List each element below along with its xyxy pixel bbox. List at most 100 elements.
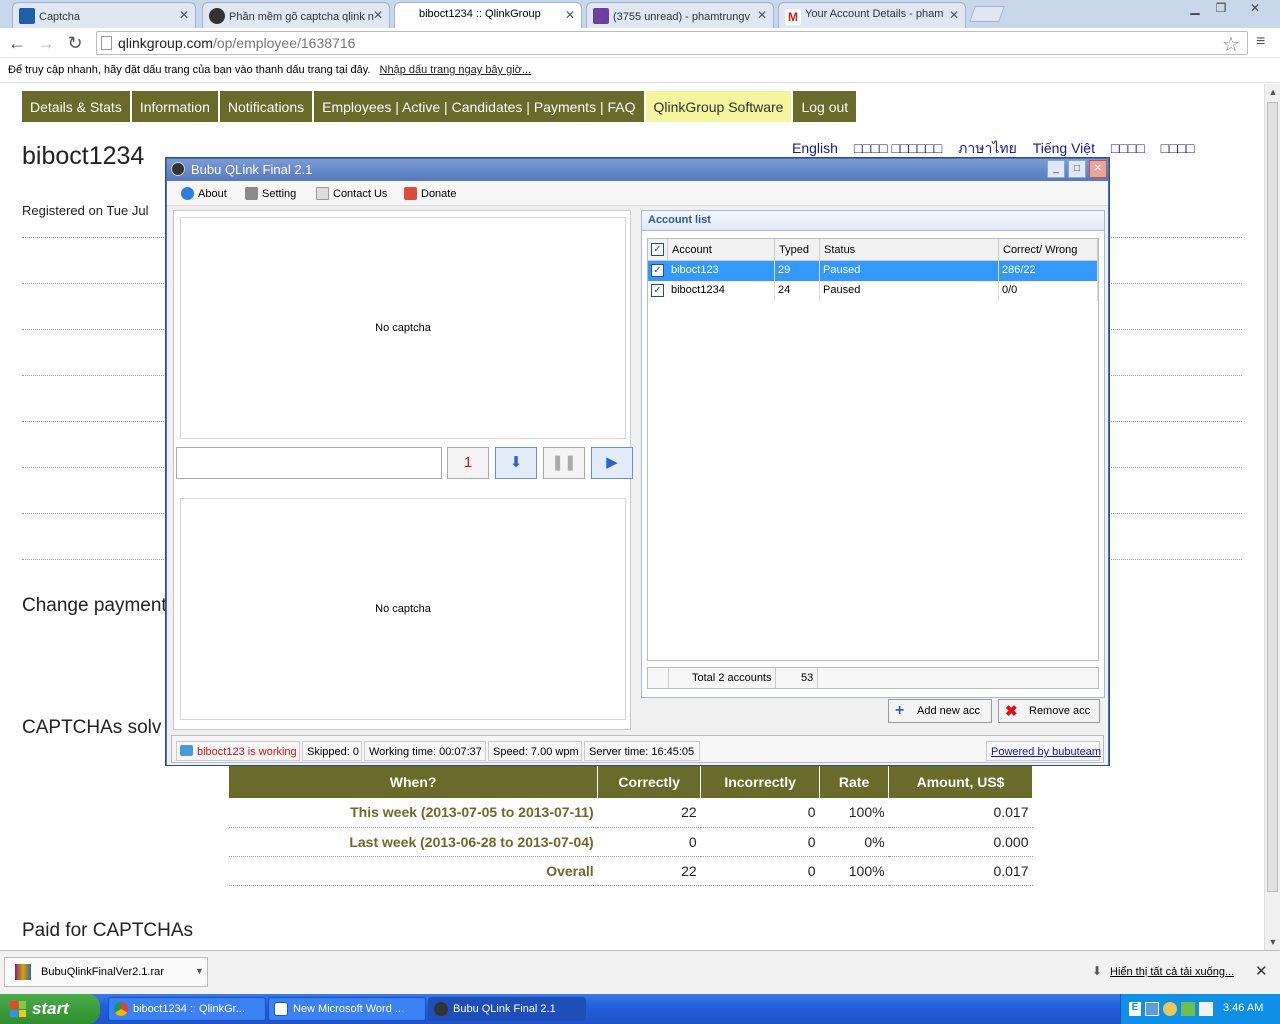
- nav-details-stats[interactable]: Details & Stats: [22, 91, 132, 122]
- cell-amount: 0.017: [888, 798, 1033, 828]
- nav-employees[interactable]: Employees | Active | Candidates | Paymen…: [314, 91, 646, 122]
- table-row[interactable]: ✓ biboct1234 24 Paused 0/0: [648, 281, 1098, 301]
- powered-by-link[interactable]: Powered by bubuteam: [986, 741, 1101, 761]
- reload-icon[interactable]: ↻: [64, 33, 86, 53]
- taskbar-item-chrome[interactable]: biboct1234 :: QlinkGr...: [108, 997, 266, 1021]
- row-checkbox[interactable]: ✓: [651, 284, 664, 297]
- tab-mail[interactable]: (3755 unread) - phamtrungv ✕: [586, 2, 774, 28]
- scroll-down-icon[interactable]: ▼: [1265, 934, 1280, 950]
- star-icon[interactable]: ☆: [1222, 32, 1240, 57]
- bookmark-bar: Để truy cập nhanh, hãy đặt dấu trang của…: [0, 59, 1280, 83]
- tab-qlinkgroup-active[interactable]: biboct1234 :: QlinkGroup ✕: [394, 2, 582, 29]
- new-tab-button[interactable]: [969, 6, 1005, 22]
- url-domain: qlinkgroup.com: [118, 35, 213, 51]
- col-amount: Amount, US$: [888, 765, 1033, 798]
- safely-remove-icon[interactable]: [1199, 1002, 1213, 1016]
- url-text[interactable]: qlinkgroup.com/op/employee/1638716: [118, 35, 355, 51]
- menu-icon[interactable]: ≡: [1256, 33, 1265, 51]
- back-arrow-icon[interactable]: ←: [6, 33, 28, 53]
- account-list-panel: Account list ✓ Account Typed Status Corr…: [641, 210, 1105, 723]
- system-tray: E 3:46 AM: [1120, 994, 1280, 1024]
- lang-thai[interactable]: ภาษาไทย: [958, 140, 1017, 156]
- taskbar-item-bubu[interactable]: Bubu QLink Final 2.1: [428, 997, 586, 1021]
- cell-correct: 22: [597, 856, 701, 886]
- working-time: Working time: 00:07:37: [364, 741, 486, 761]
- download-arrow-icon: ⬇: [1092, 964, 1103, 978]
- wrench-icon: [245, 187, 258, 200]
- col-status[interactable]: Status: [820, 239, 999, 261]
- donate-icon: [404, 187, 417, 200]
- arrow-down-icon[interactable]: ⬇: [495, 447, 537, 479]
- info-icon: [181, 187, 194, 200]
- row-checkbox[interactable]: ✓: [651, 264, 664, 277]
- add-account-button[interactable]: + Add new acc: [888, 699, 992, 723]
- nav-notifications[interactable]: Notifications: [219, 91, 315, 122]
- minimize-icon[interactable]: ▁: [1184, 1, 1206, 17]
- tab-gmail[interactable]: M Your Account Details - pham ✕: [778, 2, 966, 28]
- language-en-icon[interactable]: E: [1129, 1002, 1141, 1016]
- table-row[interactable]: ✓ biboct123 29 Paused 286/22: [648, 261, 1098, 281]
- nav-log-out[interactable]: Log out: [793, 91, 859, 122]
- app-title-bar[interactable]: Bubu QLink Final 2.1: [167, 159, 1108, 181]
- tab-captcha[interactable]: Captcha ✕: [12, 2, 196, 28]
- app-menu-bar: About Setting Contact Us Donate: [167, 181, 1108, 206]
- app-close-icon[interactable]: ✕: [1089, 160, 1107, 178]
- col-typed[interactable]: Typed: [775, 239, 820, 261]
- lang-6[interactable]: □□□□: [1161, 140, 1195, 156]
- scroll-thumb[interactable]: [1267, 102, 1278, 892]
- menu-about[interactable]: About: [181, 187, 227, 200]
- no-captcha-label: No captcha: [375, 603, 431, 615]
- remove-account-button[interactable]: ✖ Remove acc: [998, 699, 1100, 723]
- select-all-checkbox[interactable]: ✓: [651, 243, 664, 256]
- forward-arrow-icon[interactable]: →: [35, 33, 57, 53]
- lang-2[interactable]: □□□□ □□□□□□: [854, 140, 942, 156]
- menu-contact[interactable]: Contact Us: [316, 187, 387, 200]
- cell-status: Paused: [820, 281, 999, 301]
- show-all-downloads-link[interactable]: Hiển thị tất cả tải xuống...: [1110, 966, 1234, 978]
- lang-vietnamese[interactable]: Tiếng Việt: [1033, 140, 1095, 156]
- close-icon[interactable]: ✕: [949, 8, 959, 22]
- network-icon[interactable]: [1145, 1002, 1159, 1016]
- close-downloads-icon[interactable]: ✕: [1255, 962, 1268, 980]
- tab-title: Your Account Details - pham: [805, 8, 944, 20]
- account-table: ✓ Account Typed Status Correct/ Wrong ✓ …: [647, 238, 1099, 661]
- speaker-icon[interactable]: [1163, 1002, 1177, 1016]
- counter-button[interactable]: 1: [447, 447, 489, 479]
- dropdown-arrow-icon[interactable]: ▼: [195, 966, 204, 976]
- tab-phan-mem[interactable]: Phần mềm gõ captcha qlink n ✕: [202, 2, 390, 28]
- envelope-icon: [316, 187, 329, 200]
- menu-donate[interactable]: Donate: [404, 187, 456, 200]
- download-filename: BubuQlinkFinalVer2.1.rar: [41, 966, 164, 978]
- captcha-input[interactable]: [176, 447, 442, 479]
- menu-setting[interactable]: Setting: [245, 187, 296, 200]
- close-icon[interactable]: ✕: [373, 8, 383, 22]
- import-bookmarks-link[interactable]: Nhập dấu trang ngay bây giờ...: [380, 64, 532, 76]
- lang-english[interactable]: English: [792, 140, 838, 156]
- close-icon[interactable]: ✕: [179, 8, 189, 22]
- restore-icon[interactable]: ❐: [1210, 1, 1232, 17]
- col-account[interactable]: Account: [668, 239, 775, 261]
- close-icon[interactable]: ✕: [757, 8, 767, 22]
- col-correct-wrong[interactable]: Correct/ Wrong: [999, 239, 1098, 261]
- clock[interactable]: 3:46 AM: [1223, 1002, 1263, 1014]
- nav-qlinkgroup-software[interactable]: QlinkGroup Software: [645, 91, 794, 122]
- download-item[interactable]: BubuQlinkFinalVer2.1.rar ▼: [4, 957, 208, 987]
- nav-information[interactable]: Information: [131, 91, 220, 122]
- window-close-icon[interactable]: ✕: [1244, 1, 1266, 17]
- close-icon[interactable]: ✕: [565, 8, 575, 22]
- col-when: When?: [229, 765, 599, 798]
- app-minimize-icon[interactable]: _: [1047, 160, 1065, 178]
- table-row: Last week (2013-06-28 to 2013-07-04) 0 0…: [229, 827, 1033, 857]
- app-maximize-icon[interactable]: □: [1068, 160, 1086, 178]
- table-row: Overall 22 0 100% 0.017: [229, 856, 1033, 886]
- tray-app-icon[interactable]: [1181, 1002, 1195, 1016]
- total-accounts-label: Total 2 accounts: [668, 668, 776, 688]
- page-scrollbar[interactable]: ▲ ▼: [1264, 84, 1280, 950]
- lang-5[interactable]: □□□□: [1111, 140, 1145, 156]
- total-typed-value: 53: [776, 668, 818, 688]
- play-icon[interactable]: ▶: [591, 447, 633, 479]
- remove-x-icon: ✖: [1005, 703, 1018, 720]
- taskbar-item-word[interactable]: New Microsoft Word ...: [268, 997, 426, 1021]
- pause-icon[interactable]: ❚❚: [543, 447, 585, 479]
- scroll-up-icon[interactable]: ▲: [1265, 84, 1280, 100]
